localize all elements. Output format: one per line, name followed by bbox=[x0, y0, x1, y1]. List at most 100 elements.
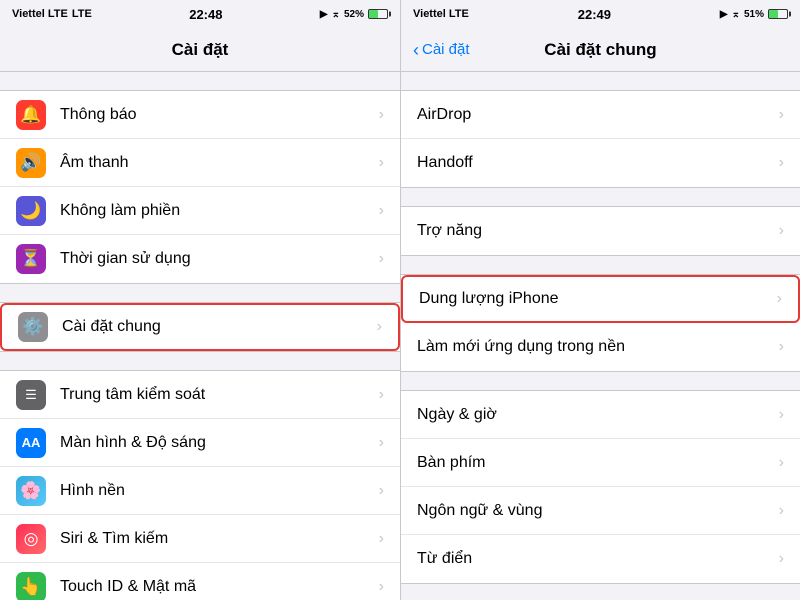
thongbao-label: Thông báo bbox=[60, 106, 379, 124]
left-nav-title: Cài đặt bbox=[172, 40, 229, 60]
caidatchung-label: Cài đặt chung bbox=[62, 318, 377, 336]
ngaygio-chevron: › bbox=[779, 406, 784, 424]
settings-item-ngaygio[interactable]: Ngày & giờ › bbox=[401, 391, 800, 439]
settings-item-caidatchung[interactable]: ⚙️ Cài đặt chung › 1 bbox=[0, 303, 400, 351]
settings-item-touchid[interactable]: 👆 Touch ID & Mật mã › bbox=[0, 563, 400, 600]
right-carrier: Viettel LTE bbox=[413, 8, 469, 20]
right-status-left: Viettel LTE bbox=[413, 8, 469, 20]
settings-item-thongbao[interactable]: 🔔 Thông báo › bbox=[0, 91, 400, 139]
left-section-3: ☰ Trung tâm kiểm soát › AA Màn hình & Độ… bbox=[0, 370, 400, 600]
left-signal-icon: ▶ bbox=[320, 9, 328, 20]
dungluong-chevron: › bbox=[777, 290, 782, 308]
siri-label: Siri & Tìm kiếm bbox=[60, 530, 379, 548]
right-section-1: AirDrop › Handoff › bbox=[401, 90, 800, 188]
settings-item-manhinh[interactable]: AA Màn hình & Độ sáng › bbox=[0, 419, 400, 467]
left-time: 22:48 bbox=[189, 7, 222, 22]
back-chevron-icon: ‹ bbox=[413, 41, 419, 59]
amthanh-chevron: › bbox=[379, 154, 384, 172]
siri-chevron: › bbox=[379, 530, 384, 548]
right-nav-back[interactable]: ‹ Cài đặt bbox=[413, 41, 470, 59]
left-section-1: 🔔 Thông báo › 🔊 Âm thanh › 🌙 Không làm p… bbox=[0, 90, 400, 284]
back-label: Cài đặt bbox=[422, 41, 470, 58]
right-status-bar: Viettel LTE 22:49 ▶ ⌅ 51% bbox=[401, 0, 800, 28]
airdrop-chevron: › bbox=[779, 106, 784, 124]
lammoi-label: Làm mới ứng dụng trong nền bbox=[417, 338, 779, 356]
settings-item-amthanh[interactable]: 🔊 Âm thanh › bbox=[0, 139, 400, 187]
right-panel: Viettel LTE 22:49 ▶ ⌅ 51% ‹ Cài đặt Cài … bbox=[400, 0, 800, 600]
left-network: LTE bbox=[72, 8, 92, 20]
right-wifi-icon: ⌅ bbox=[732, 9, 740, 20]
right-settings-content: AirDrop › Handoff › Trợ năng › Dung lượn… bbox=[401, 72, 800, 600]
trungtam-icon: ☰ bbox=[16, 380, 46, 410]
right-status-right: ▶ ⌅ 51% bbox=[720, 9, 788, 20]
handoff-chevron: › bbox=[779, 154, 784, 172]
thoigian-label: Thời gian sử dụng bbox=[60, 250, 379, 268]
ngaygio-label: Ngày & giờ bbox=[417, 406, 779, 424]
right-signal-icon: ▶ bbox=[720, 9, 728, 20]
thongbao-chevron: › bbox=[379, 106, 384, 124]
hinhanh-chevron: › bbox=[379, 482, 384, 500]
trungtam-label: Trung tâm kiểm soát bbox=[60, 386, 379, 404]
tronang-label: Trợ năng bbox=[417, 222, 779, 240]
left-carrier: Viettel LTE bbox=[12, 8, 68, 20]
khonglam-icon: 🌙 bbox=[16, 196, 46, 226]
left-battery-text: 52% bbox=[344, 9, 364, 20]
hinhanh-icon: 🌸 bbox=[16, 476, 46, 506]
tudien-label: Từ điển bbox=[417, 550, 779, 568]
manhinh-chevron: › bbox=[379, 434, 384, 452]
hinhanh-label: Hình nền bbox=[60, 482, 379, 500]
left-status-left: Viettel LTE LTE bbox=[12, 8, 92, 20]
manhinh-icon: AA bbox=[16, 428, 46, 458]
right-battery-icon bbox=[768, 9, 788, 19]
tronang-chevron: › bbox=[779, 222, 784, 240]
left-settings-content: 🔔 Thông báo › 🔊 Âm thanh › 🌙 Không làm p… bbox=[0, 72, 400, 600]
touchid-icon: 👆 bbox=[16, 572, 46, 600]
left-wifi-icon: ⌅ bbox=[332, 9, 340, 20]
right-nav-title: Cài đặt chung bbox=[544, 40, 656, 60]
tudien-chevron: › bbox=[779, 550, 784, 568]
left-panel: Viettel LTE LTE 22:48 ▶ ⌅ 52% Cài đặt 🔔 … bbox=[0, 0, 400, 600]
settings-item-ngonngu[interactable]: Ngôn ngữ & vùng › bbox=[401, 487, 800, 535]
settings-item-airdrop[interactable]: AirDrop › bbox=[401, 91, 800, 139]
caidatchung-icon: ⚙️ bbox=[18, 312, 48, 342]
settings-item-tudien[interactable]: Từ điển › bbox=[401, 535, 800, 583]
settings-item-dungluong[interactable]: Dung lượng iPhone 2 › bbox=[401, 275, 800, 323]
trungtam-chevron: › bbox=[379, 386, 384, 404]
handoff-label: Handoff bbox=[417, 154, 779, 172]
settings-item-lammoi[interactable]: Làm mới ứng dụng trong nền › bbox=[401, 323, 800, 371]
settings-item-handoff[interactable]: Handoff › bbox=[401, 139, 800, 187]
left-nav-bar: Cài đặt bbox=[0, 28, 400, 72]
thoigian-chevron: › bbox=[379, 250, 384, 268]
thongbao-icon: 🔔 bbox=[16, 100, 46, 130]
right-section-4: Ngày & giờ › Bàn phím › Ngôn ngữ & vùng … bbox=[401, 390, 800, 584]
settings-item-thoigian[interactable]: ⏳ Thời gian sử dụng › bbox=[0, 235, 400, 283]
ngonngu-chevron: › bbox=[779, 502, 784, 520]
right-section-2: Trợ năng › bbox=[401, 206, 800, 256]
siri-icon: ◎ bbox=[16, 524, 46, 554]
khonglam-chevron: › bbox=[379, 202, 384, 220]
amthanh-icon: 🔊 bbox=[16, 148, 46, 178]
touchid-label: Touch ID & Mật mã bbox=[60, 578, 379, 596]
settings-item-trungtam[interactable]: ☰ Trung tâm kiểm soát › bbox=[0, 371, 400, 419]
ngonngu-label: Ngôn ngữ & vùng bbox=[417, 502, 779, 520]
lammoi-chevron: › bbox=[779, 338, 784, 356]
left-section-2: ⚙️ Cài đặt chung › 1 bbox=[0, 302, 400, 352]
right-nav-bar: ‹ Cài đặt Cài đặt chung bbox=[401, 28, 800, 72]
settings-item-hinhanh[interactable]: 🌸 Hình nền › bbox=[0, 467, 400, 515]
left-battery-icon bbox=[368, 9, 388, 19]
settings-item-khonglam[interactable]: 🌙 Không làm phiền › bbox=[0, 187, 400, 235]
banphim-chevron: › bbox=[779, 454, 784, 472]
khonglam-label: Không làm phiền bbox=[60, 202, 379, 220]
manhinh-label: Màn hình & Độ sáng bbox=[60, 434, 379, 452]
settings-item-siri[interactable]: ◎ Siri & Tìm kiếm › bbox=[0, 515, 400, 563]
amthanh-label: Âm thanh bbox=[60, 154, 379, 172]
touchid-chevron: › bbox=[379, 578, 384, 596]
left-status-right: ▶ ⌅ 52% bbox=[320, 9, 388, 20]
settings-item-tronang[interactable]: Trợ năng › bbox=[401, 207, 800, 255]
right-battery-text: 51% bbox=[744, 9, 764, 20]
right-time: 22:49 bbox=[578, 7, 611, 22]
banphim-label: Bàn phím bbox=[417, 454, 779, 472]
left-status-bar: Viettel LTE LTE 22:48 ▶ ⌅ 52% bbox=[0, 0, 400, 28]
settings-item-banphim[interactable]: Bàn phím › bbox=[401, 439, 800, 487]
caidatchung-chevron: › bbox=[377, 318, 382, 336]
